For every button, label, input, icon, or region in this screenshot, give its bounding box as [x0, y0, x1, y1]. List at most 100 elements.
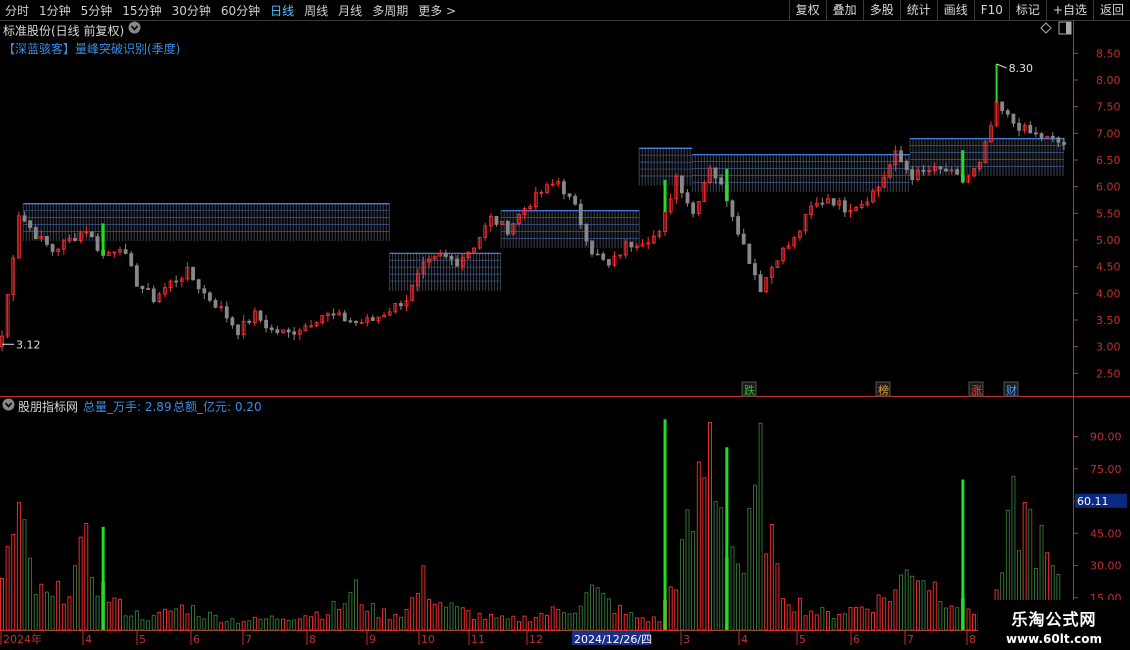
price-tick-label: 2.50 — [1096, 367, 1121, 380]
price-tick-label: 6.50 — [1096, 154, 1121, 167]
volume-bar — [831, 618, 836, 631]
candle-body — [1005, 110, 1010, 115]
volume-bar — [146, 620, 151, 631]
volume-bar — [275, 618, 280, 631]
candle-body — [247, 320, 252, 323]
volume-bar — [904, 569, 909, 631]
candle-body — [1050, 135, 1055, 139]
volume-bar — [39, 583, 44, 631]
price-tick-label: 5.50 — [1096, 207, 1121, 220]
volume-bar — [753, 484, 757, 631]
volume-bar — [814, 614, 819, 631]
volume-bar — [219, 622, 224, 631]
candle-body — [354, 321, 358, 324]
volume-bar — [674, 589, 679, 631]
volume-bar — [247, 620, 252, 631]
candle-body — [1039, 133, 1044, 139]
candle-body — [224, 306, 229, 319]
volume-bar — [595, 587, 600, 631]
price-tick-label: 3.00 — [1096, 341, 1121, 354]
candle-body — [264, 319, 268, 329]
volume-bar — [5, 546, 10, 631]
candle-body — [286, 329, 291, 333]
candle-body — [736, 216, 740, 235]
candle-body — [730, 200, 735, 217]
volume-bar — [938, 601, 943, 631]
candle-body — [680, 175, 684, 194]
volume-bar — [741, 572, 746, 631]
candle-body — [741, 233, 746, 245]
price-tick-label: 8.50 — [1096, 47, 1121, 60]
date-highlight: 2024/12/26/四 — [574, 633, 652, 646]
volume-bar — [61, 603, 66, 631]
date-label-13: 6 — [853, 633, 860, 646]
event-marker-text-0: 跌 — [744, 383, 755, 397]
volume-bar — [966, 608, 971, 631]
volume-bar — [893, 589, 898, 631]
candle-body — [753, 263, 757, 276]
candle-body — [140, 285, 145, 289]
volume-bar — [736, 563, 741, 631]
event-marker-text-3: 财 — [1006, 383, 1017, 397]
candle-body — [944, 168, 948, 172]
volume-tick-label: 30.00 — [1090, 560, 1122, 573]
volume-bar — [292, 619, 297, 631]
volume-bar — [972, 614, 977, 631]
volume-bar — [820, 606, 825, 631]
volume-bar — [932, 581, 937, 631]
volume-bar — [67, 596, 72, 631]
candle-body — [921, 169, 926, 172]
date-label-15: 8 — [969, 633, 976, 646]
candle-body — [1017, 122, 1021, 131]
volume-bar — [0, 578, 4, 631]
date-label-4: 7 — [245, 633, 252, 646]
date-label-14: 7 — [907, 633, 914, 646]
candle-body — [95, 236, 100, 251]
chart-canvas[interactable]: 8.30 3.12 跌 榜 涨 财 2.50 3.00 3.50 4.00 4.50 5.00 5.5… — [0, 0, 1130, 650]
date-label-3: 6 — [193, 633, 200, 646]
candle-body — [399, 303, 403, 307]
volume-bar — [797, 597, 802, 631]
volume-bar — [612, 612, 617, 631]
volume-bar — [410, 597, 415, 631]
candle-body — [910, 169, 915, 181]
volume-bar — [365, 610, 370, 631]
volume-bar — [517, 621, 521, 631]
price-tick-label: 5.00 — [1096, 234, 1121, 247]
price-tick-label: 4.00 — [1096, 287, 1121, 300]
date-label-5: 8 — [309, 633, 316, 646]
volume-bar — [483, 618, 488, 631]
volume-bar — [758, 422, 763, 631]
volume-bar — [910, 575, 915, 631]
volume-bar — [505, 618, 510, 631]
volume-bar — [550, 606, 555, 631]
volume-bar — [792, 611, 797, 631]
volume-bar — [106, 601, 111, 631]
volume-bar — [567, 613, 572, 631]
volume-bar — [854, 606, 859, 631]
volume-bar — [522, 615, 527, 631]
volume-bar — [45, 591, 49, 631]
volume-bar — [871, 612, 875, 631]
volume-bar — [708, 421, 712, 631]
volume-bar — [427, 598, 431, 631]
volume-bar — [185, 613, 190, 631]
price-tick-label: 7.00 — [1096, 127, 1121, 140]
price-tick-label: 4.50 — [1096, 261, 1121, 274]
candle-body — [455, 258, 460, 267]
volume-bar — [168, 610, 173, 631]
volume-bar — [213, 614, 218, 631]
date-label-0: 2024年 — [3, 632, 42, 646]
candle-body — [370, 317, 375, 321]
volume-bar — [359, 604, 364, 631]
volume-bar — [500, 615, 505, 631]
volume-bar — [578, 605, 583, 631]
candle-body — [50, 244, 55, 252]
candle-body — [584, 224, 589, 242]
watermark-title: 乐淘公式网 — [1011, 610, 1097, 629]
candle-body — [573, 195, 578, 205]
volume-bar — [33, 593, 38, 631]
volume-bar — [73, 565, 77, 631]
volume-bar — [488, 614, 493, 631]
candle-body — [1056, 137, 1061, 143]
